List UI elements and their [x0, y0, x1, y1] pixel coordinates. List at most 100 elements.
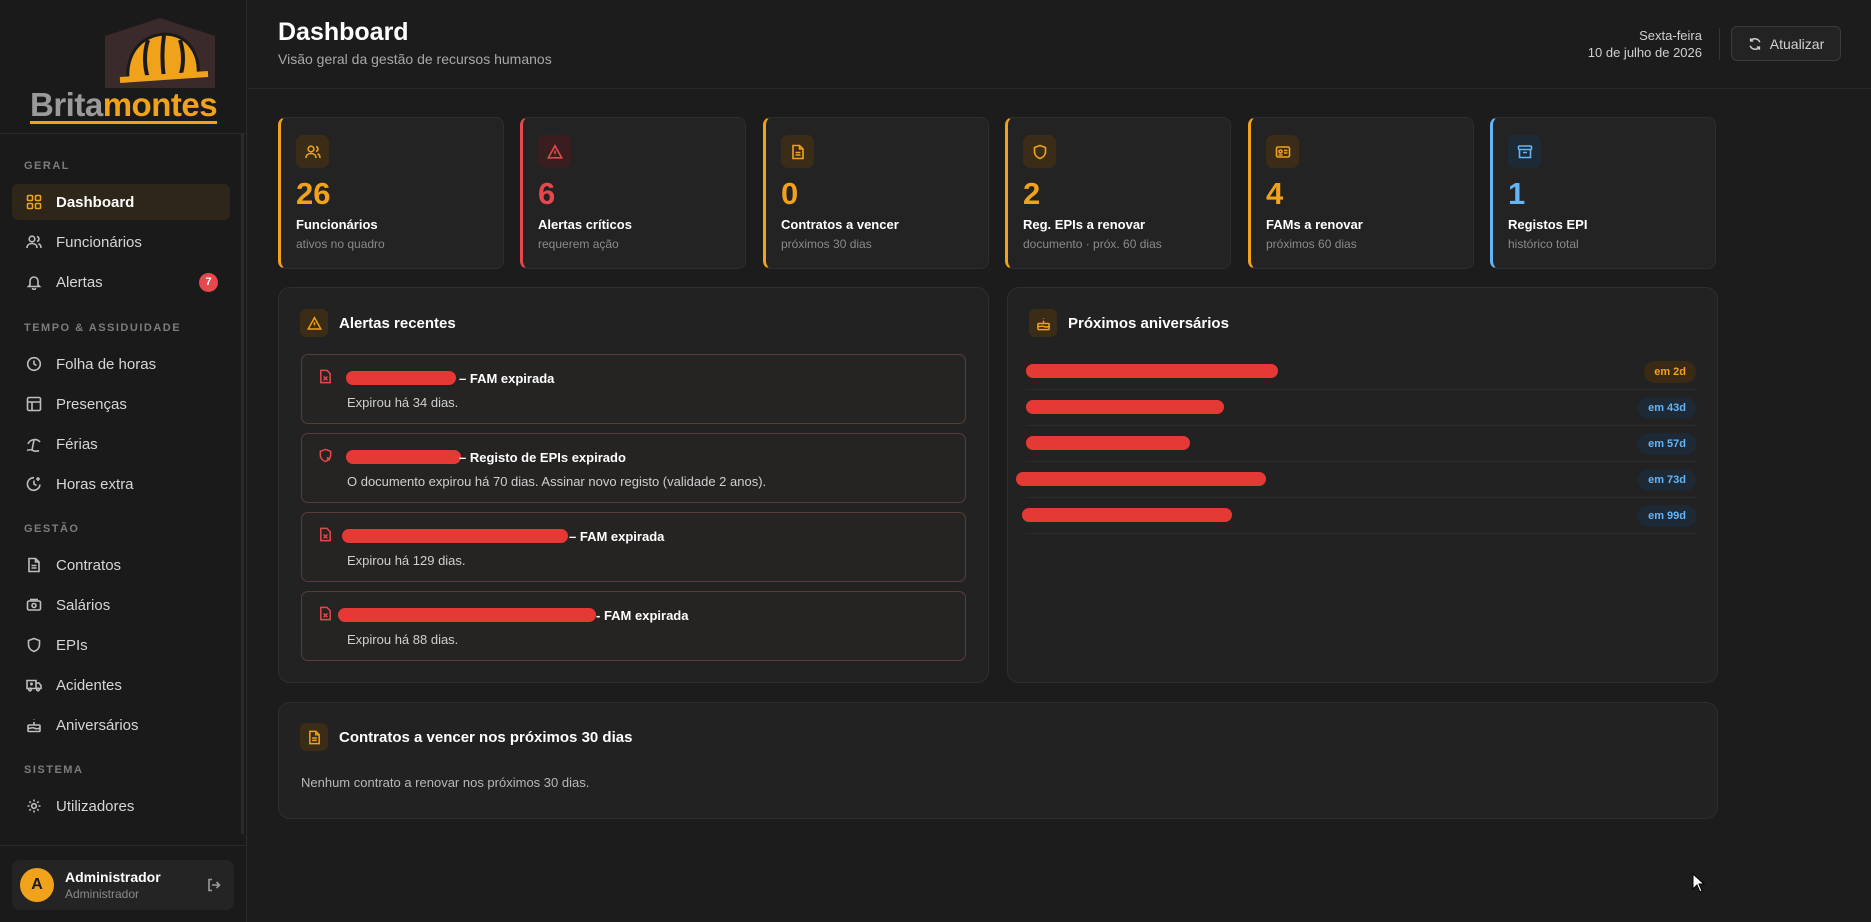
- refresh-button[interactable]: Atualizar: [1731, 26, 1841, 61]
- panel-title: Contratos a vencer nos próximos 30 dias: [339, 729, 633, 746]
- nav-section-tempo: TEMPO & ASSIDUIDADE: [24, 322, 182, 334]
- alert-description: Expirou há 129 dias.: [347, 553, 466, 568]
- expiring-contracts-panel: Contratos a vencer nos próximos 30 dias …: [278, 702, 1718, 819]
- stat-card-alertas-criticos[interactable]: 6 Alertas críticos requerem ação: [520, 117, 746, 269]
- current-date: 10 de julho de 2026: [1587, 45, 1702, 60]
- alert-title: - FAM expirada: [596, 608, 689, 623]
- stat-label: Registos EPI: [1508, 217, 1588, 232]
- redacted-name: [1026, 436, 1190, 450]
- users-icon: [26, 234, 42, 250]
- user-profile[interactable]: A Administrador Administrador: [12, 860, 234, 910]
- clock-icon: [26, 356, 42, 372]
- user-role: Administrador: [65, 887, 140, 901]
- sidebar-item-epis[interactable]: EPIs: [12, 627, 230, 663]
- stat-card-fams[interactable]: 4 FAMs a renovar próximos 60 dias: [1248, 117, 1474, 269]
- helmet-logo-icon: [105, 18, 215, 88]
- current-weekday: Sexta-feira: [1639, 28, 1702, 43]
- stat-label: Alertas críticos: [538, 217, 632, 232]
- alert-item[interactable]: – FAM expirada Expirou há 129 dias.: [301, 512, 966, 582]
- nav-section-gestao: GESTÃO: [24, 523, 80, 535]
- brand-logo[interactable]: Britamontes: [0, 0, 246, 134]
- upcoming-birthdays-panel: Próximos aniversários em 2d em 43d em 57…: [1007, 287, 1718, 683]
- sidebar-item-horas-extra[interactable]: Horas extra: [12, 466, 230, 502]
- avatar: A: [20, 868, 54, 902]
- logout-icon[interactable]: [206, 877, 222, 893]
- stat-value: 4: [1266, 176, 1284, 211]
- sidebar-item-folha-de-horas[interactable]: Folha de horas: [12, 346, 230, 382]
- stat-sublabel: próximos 30 dias: [781, 237, 872, 251]
- money-icon: [26, 597, 42, 613]
- stat-card-funcionarios[interactable]: 26 Funcionários ativos no quadro: [278, 117, 504, 269]
- sidebar-item-acidentes[interactable]: Acidentes: [12, 667, 230, 703]
- sidebar-item-ferias[interactable]: Férias: [12, 426, 230, 462]
- sidebar-item-dashboard[interactable]: Dashboard: [12, 184, 230, 220]
- birthday-row[interactable]: em 73d: [1016, 462, 1696, 498]
- sidebar-item-funcionarios[interactable]: Funcionários: [12, 224, 230, 260]
- days-until-badge: em 2d: [1644, 361, 1696, 383]
- sidebar-item-label: Horas extra: [56, 475, 134, 493]
- cake-icon: [1029, 309, 1057, 337]
- bell-icon: [26, 274, 42, 290]
- users-icon: [296, 135, 329, 168]
- shield-x-icon: [319, 448, 332, 463]
- stat-sublabel: ativos no quadro: [296, 237, 385, 251]
- sidebar-item-label: EPIs: [56, 636, 88, 654]
- sidebar-item-label: Salários: [56, 596, 111, 614]
- sidebar-item-presencas[interactable]: Presenças: [12, 386, 230, 422]
- birthday-row[interactable]: em 99d: [1022, 498, 1696, 534]
- days-until-badge: em 43d: [1638, 397, 1696, 419]
- brand-underline: [30, 121, 217, 124]
- birthday-row[interactable]: em 2d: [1026, 354, 1696, 390]
- sidebar-item-contratos[interactable]: Contratos: [12, 547, 230, 583]
- sidebar-divider: [0, 845, 247, 846]
- stat-card-contratos[interactable]: 0 Contratos a vencer próximos 30 dias: [763, 117, 989, 269]
- sidebar-item-label: Dashboard: [56, 193, 135, 211]
- sidebar: Britamontes GERAL Dashboard Funcionários…: [0, 0, 247, 922]
- stat-sublabel: documento · próx. 60 dias: [1023, 237, 1162, 251]
- sidebar-item-label: Aniversários: [56, 716, 139, 734]
- redacted-name: [1026, 364, 1278, 378]
- brand-name: Britamontes: [30, 86, 218, 124]
- grid-icon: [26, 194, 42, 210]
- alert-description: Expirou há 88 dias.: [347, 632, 459, 647]
- alert-description: Expirou há 34 dias.: [347, 395, 459, 410]
- header-divider: [1719, 28, 1720, 60]
- alert-item[interactable]: – Registo de EPIs expirado O documento e…: [301, 433, 966, 503]
- document-icon: [300, 723, 328, 751]
- table-icon: [26, 396, 42, 412]
- stat-label: Reg. EPIs a renovar: [1023, 217, 1146, 232]
- stat-sublabel: histórico total: [1508, 237, 1579, 251]
- stat-card-registos-epi[interactable]: 1 Registos EPI histórico total: [1490, 117, 1716, 269]
- sidebar-item-label: Folha de horas: [56, 355, 157, 373]
- days-until-badge: em 73d: [1638, 469, 1696, 491]
- sidebar-item-alertas[interactable]: Alertas 7: [12, 264, 230, 300]
- redacted-name: [346, 371, 456, 385]
- sidebar-item-label: Funcionários: [56, 233, 142, 251]
- alert-item[interactable]: - FAM expirada Expirou há 88 dias.: [301, 591, 966, 661]
- shield-icon: [26, 637, 42, 653]
- sidebar-item-utilizadores[interactable]: Utilizadores: [12, 788, 230, 824]
- sidebar-item-aniversarios[interactable]: Aniversários: [12, 707, 230, 743]
- stat-sublabel: requerem ação: [538, 237, 619, 251]
- stat-card-reg-epis[interactable]: 2 Reg. EPIs a renovar documento · próx. …: [1005, 117, 1231, 269]
- sidebar-item-label: Utilizadores: [56, 797, 135, 815]
- alert-title: – Registo de EPIs expirado: [459, 450, 626, 465]
- page-title: Dashboard: [278, 18, 409, 46]
- alert-title: – FAM expirada: [569, 529, 665, 544]
- birthday-row[interactable]: em 43d: [1026, 390, 1696, 426]
- stat-value: 1: [1508, 176, 1526, 211]
- stat-label: Contratos a vencer: [781, 217, 899, 232]
- brand-name-part1: Brita: [30, 86, 103, 123]
- alerts-count-badge: 7: [199, 272, 218, 292]
- document-x-icon: [320, 527, 331, 542]
- birthday-row[interactable]: em 57d: [1026, 426, 1696, 462]
- days-until-badge: em 57d: [1638, 433, 1696, 455]
- cake-icon: [26, 717, 42, 733]
- stat-value: 0: [781, 176, 799, 211]
- sidebar-item-salarios[interactable]: Salários: [12, 587, 230, 623]
- warning-icon: [300, 309, 328, 337]
- alert-item[interactable]: – FAM expirada Expirou há 34 dias.: [301, 354, 966, 424]
- redacted-name: [342, 529, 568, 543]
- redacted-name: [338, 608, 596, 622]
- clock-plus-icon: [26, 476, 42, 492]
